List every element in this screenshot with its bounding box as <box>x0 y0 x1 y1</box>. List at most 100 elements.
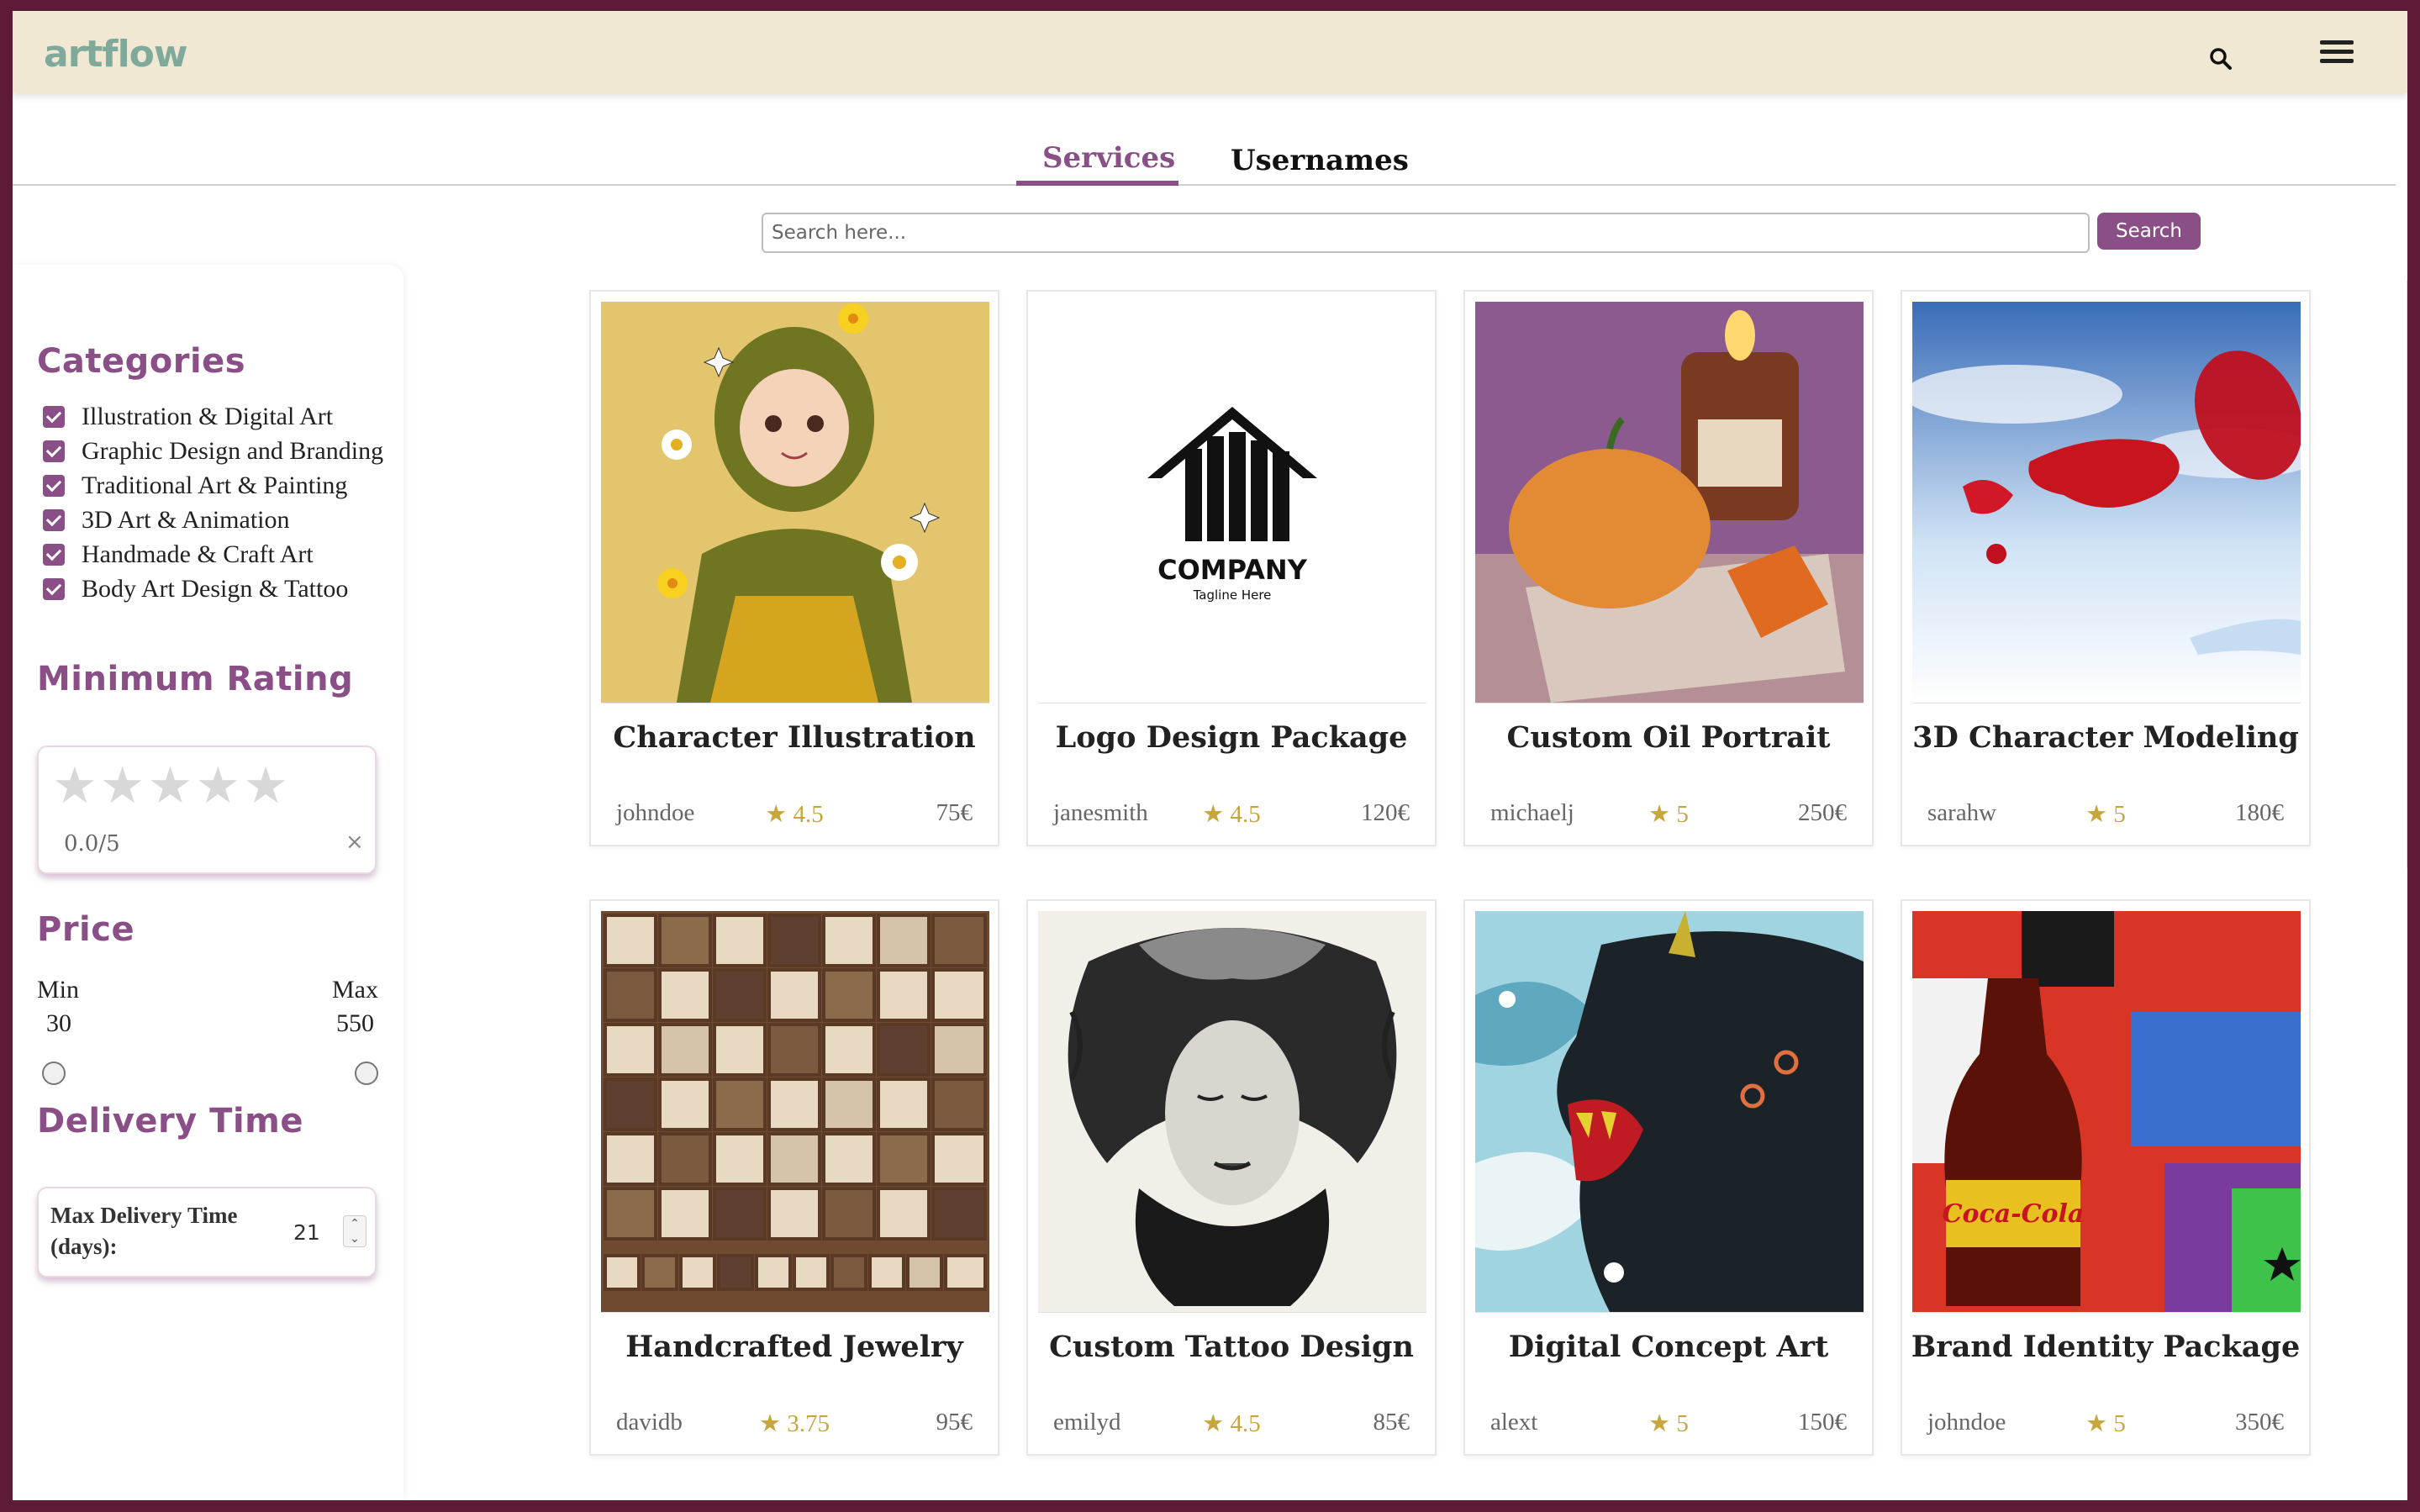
rating-selector: ★ ★ ★ ★ ★ 0.0/5 × <box>37 745 377 874</box>
category-item[interactable]: Body Art Design & Tattoo <box>43 572 383 606</box>
card-divider <box>1912 1312 2301 1313</box>
service-title[interactable]: Digital Concept Art <box>1465 1330 1872 1364</box>
checkbox-checked-icon[interactable] <box>43 474 65 497</box>
category-label: Handmade & Craft Art <box>82 540 314 568</box>
star-icon[interactable]: ★ <box>195 761 240 811</box>
search-icon[interactable] <box>2206 45 2237 75</box>
service-title[interactable]: Custom Tattoo Design <box>1028 1330 1435 1364</box>
price-title: Price <box>37 910 135 949</box>
clear-rating-icon[interactable]: × <box>345 830 364 855</box>
star-icon[interactable]: ★ <box>100 761 145 811</box>
service-username[interactable]: johndoe <box>616 799 694 827</box>
categories-title: Categories <box>37 342 246 381</box>
price-max-value: 550 <box>336 1009 374 1037</box>
delivery-time-filter: Max Delivery Time (days): ⌃ ⌄ <box>37 1187 377 1278</box>
app-logo[interactable]: artflow <box>44 33 188 76</box>
service-username[interactable]: emilyd <box>1053 1409 1121 1436</box>
service-price: 120€ <box>1361 799 1410 826</box>
price-max-handle[interactable] <box>355 1062 378 1085</box>
category-label: Graphic Design and Branding <box>82 436 384 465</box>
bottle-label-text: Coca-Cola <box>1943 1199 2085 1229</box>
rating-stars: ★ ★ ★ ★ ★ <box>52 761 291 811</box>
rating-value: 0.0/5 <box>64 831 120 856</box>
concept-art-image[interactable] <box>1475 911 1864 1312</box>
star-icon[interactable]: ★ <box>243 761 288 811</box>
service-card[interactable]: COMPANY Tagline Here Logo Design Package… <box>1026 290 1437 846</box>
service-title[interactable]: Brand Identity Package <box>1902 1330 2309 1364</box>
category-item[interactable]: Traditional Art & Painting <box>43 468 383 503</box>
girl-illustration-image[interactable] <box>601 302 989 703</box>
service-title[interactable]: Handcrafted Jewelry <box>591 1330 998 1364</box>
active-tab-indicator <box>1016 181 1178 186</box>
service-card[interactable]: Digital Concept Art ★ 5 alext 150€ <box>1463 899 1874 1456</box>
stepper-down-icon[interactable]: ⌄ <box>344 1231 366 1246</box>
card-divider <box>601 1312 989 1313</box>
tabs-divider <box>13 184 2396 186</box>
logo-company-text: COMPANY <box>1157 554 1308 586</box>
cola-bottle-image[interactable]: Coca-Cola <box>1912 911 2301 1312</box>
category-label: 3D Art & Animation <box>82 505 290 534</box>
category-item[interactable]: Graphic Design and Branding <box>43 434 383 468</box>
filters-sidebar: Categories Illustration & Digital Art Gr… <box>13 265 403 1500</box>
service-price: 250€ <box>1798 799 1847 826</box>
wine-glass-image[interactable] <box>1912 302 2301 703</box>
price-min-handle[interactable] <box>42 1062 66 1085</box>
service-card[interactable]: Coca-Cola Brand Identity Package ★ 5 joh… <box>1901 899 2311 1456</box>
service-username[interactable]: alext <box>1490 1409 1537 1436</box>
company-logo-image[interactable]: COMPANY Tagline Here <box>1038 302 1426 703</box>
category-item[interactable]: Illustration & Digital Art <box>43 399 383 434</box>
top-header: artflow <box>13 11 2407 93</box>
card-divider <box>1475 1312 1864 1313</box>
service-price: 150€ <box>1798 1409 1847 1436</box>
soap-blocks-image[interactable] <box>601 911 989 1312</box>
tab-usernames[interactable]: Usernames <box>1231 144 1409 177</box>
price-max-label: Max <box>332 976 378 1004</box>
number-stepper[interactable]: ⌃ ⌄ <box>343 1215 366 1247</box>
service-title[interactable]: Logo Design Package <box>1028 720 1435 755</box>
search-button[interactable]: Search <box>2097 213 2201 250</box>
logo-tagline-text: Tagline Here <box>1193 587 1272 603</box>
checkbox-checked-icon[interactable] <box>43 440 65 462</box>
service-price: 85€ <box>1373 1409 1410 1436</box>
hamburger-menu-icon[interactable] <box>2320 40 2354 69</box>
checkbox-checked-icon[interactable] <box>43 405 65 428</box>
stepper-up-icon[interactable]: ⌃ <box>344 1216 366 1231</box>
card-divider <box>1038 1312 1426 1313</box>
checkbox-checked-icon[interactable] <box>43 543 65 566</box>
price-min-value: 30 <box>46 1009 71 1037</box>
categories-list: Illustration & Digital Art Graphic Desig… <box>43 399 383 606</box>
tab-services[interactable]: Services <box>1042 141 1175 175</box>
service-username[interactable]: janesmith <box>1053 799 1148 827</box>
service-price: 180€ <box>2235 799 2284 826</box>
service-card[interactable]: Custom Tattoo Design ★ 4.5 emilyd 85€ <box>1026 899 1437 1456</box>
service-title[interactable]: 3D Character Modeling <box>1902 720 2309 755</box>
checkbox-checked-icon[interactable] <box>43 508 65 531</box>
service-title[interactable]: Custom Oil Portrait <box>1465 720 1872 755</box>
service-username[interactable]: davidb <box>616 1409 683 1436</box>
service-username[interactable]: michaelj <box>1490 799 1574 827</box>
pumpkin-painting-image[interactable] <box>1475 302 1864 703</box>
service-username[interactable]: johndoe <box>1927 1409 2006 1436</box>
app-window: artflow Services Usernames Search Catego… <box>13 11 2407 1500</box>
minimum-rating-title: Minimum Rating <box>37 660 354 698</box>
service-card[interactable]: Character Illustration ★ 4.5 johndoe 75€ <box>589 290 999 846</box>
service-price: 350€ <box>2235 1409 2284 1436</box>
category-label: Body Art Design & Tattoo <box>82 574 349 603</box>
category-item[interactable]: 3D Art & Animation <box>43 503 383 537</box>
category-item[interactable]: Handmade & Craft Art <box>43 537 383 572</box>
search-input[interactable] <box>762 213 2090 253</box>
service-card[interactable]: 3D Character Modeling ★ 5 sarahw 180€ <box>1901 290 2311 846</box>
category-label: Traditional Art & Painting <box>82 471 348 499</box>
checkbox-checked-icon[interactable] <box>43 577 65 600</box>
tattoo-design-image[interactable] <box>1038 911 1426 1312</box>
star-icon[interactable]: ★ <box>52 761 98 811</box>
category-label: Illustration & Digital Art <box>82 402 334 430</box>
delivery-time-title: Delivery Time <box>37 1102 303 1141</box>
service-price: 75€ <box>936 799 973 826</box>
service-card[interactable]: Custom Oil Portrait ★ 5 michaelj 250€ <box>1463 290 1874 846</box>
star-icon[interactable]: ★ <box>148 761 193 811</box>
price-min-label: Min <box>37 976 80 1004</box>
service-username[interactable]: sarahw <box>1927 799 1996 827</box>
service-card[interactable]: Handcrafted Jewelry ★ 3.75 davidb 95€ <box>589 899 999 1456</box>
service-title[interactable]: Character Illustration <box>591 720 998 755</box>
